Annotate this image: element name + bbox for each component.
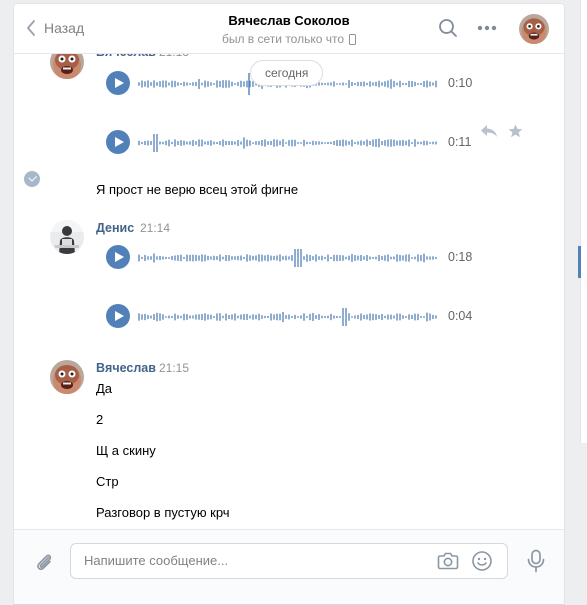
message-author[interactable]: Денис xyxy=(96,221,134,235)
message-history[interactable]: Вячеслав 21:13 0:10 0:11 Я прост не верю… xyxy=(14,45,564,529)
composer: Напишите сообщение... xyxy=(14,529,564,604)
message-text: Я прост не верю всец этой фигне xyxy=(96,182,299,197)
message-text: Стр xyxy=(96,474,119,489)
chevron-left-icon xyxy=(27,20,35,36)
star-icon[interactable] xyxy=(508,124,523,138)
voice-message: 0:11 xyxy=(106,130,496,156)
voice-duration: 0:04 xyxy=(448,309,473,323)
date-divider: сегодня xyxy=(250,60,324,86)
message-text: Щ а скину xyxy=(96,443,156,458)
play-button[interactable] xyxy=(106,71,130,95)
message-input[interactable]: Напишите сообщение... xyxy=(70,543,508,579)
message-text: 2 xyxy=(96,412,104,427)
scrollbar-thumb[interactable] xyxy=(578,246,581,278)
message-text: Разговор в пустую крч xyxy=(96,505,230,520)
camera-icon[interactable] xyxy=(437,551,459,571)
message-author[interactable]: Вячеслав xyxy=(96,361,156,375)
microphone-icon[interactable] xyxy=(526,549,546,573)
peer-name[interactable]: Вячеслав Соколов xyxy=(164,13,414,29)
peer-avatar[interactable] xyxy=(519,14,549,44)
voice-message: 0:04 xyxy=(106,304,496,330)
voice-duration: 0:10 xyxy=(448,76,473,90)
waveform[interactable] xyxy=(138,247,438,269)
attach-icon[interactable] xyxy=(33,551,55,573)
avatar[interactable] xyxy=(50,220,84,254)
voice-duration: 0:18 xyxy=(448,250,473,264)
avatar[interactable] xyxy=(50,360,84,394)
message-time[interactable]: 21:14 xyxy=(140,221,170,235)
neighbor-panel-edge xyxy=(580,0,587,443)
more-icon[interactable] xyxy=(477,25,497,31)
reply-icon[interactable] xyxy=(480,124,498,138)
chat-header: Назад Вячеслав Соколов был в сети только… xyxy=(14,4,564,54)
waveform[interactable] xyxy=(138,306,438,328)
message-time[interactable]: 21:15 xyxy=(159,361,189,375)
voice-duration: 0:11 xyxy=(448,135,472,149)
voice-message: 0:18 xyxy=(106,245,496,271)
chat-window: Назад Вячеслав Соколов был в сети только… xyxy=(14,4,564,604)
check-circle-icon[interactable] xyxy=(24,171,40,187)
peer-status-text: был в сети только что xyxy=(221,32,345,46)
back-button[interactable]: Назад xyxy=(26,17,84,39)
peer-status: был в сети только что xyxy=(164,32,414,47)
mobile-icon xyxy=(349,34,357,45)
play-button[interactable] xyxy=(106,245,130,269)
message-text: Да xyxy=(96,381,113,396)
play-button[interactable] xyxy=(106,130,130,154)
search-icon[interactable] xyxy=(438,18,458,38)
chat-peer[interactable]: Вячеслав Соколов был в сети только что xyxy=(164,13,414,47)
smile-icon[interactable] xyxy=(471,550,493,572)
waveform[interactable] xyxy=(138,132,438,154)
message-input-placeholder: Напишите сообщение... xyxy=(84,553,229,568)
play-button[interactable] xyxy=(106,304,130,328)
back-label: Назад xyxy=(44,20,85,36)
